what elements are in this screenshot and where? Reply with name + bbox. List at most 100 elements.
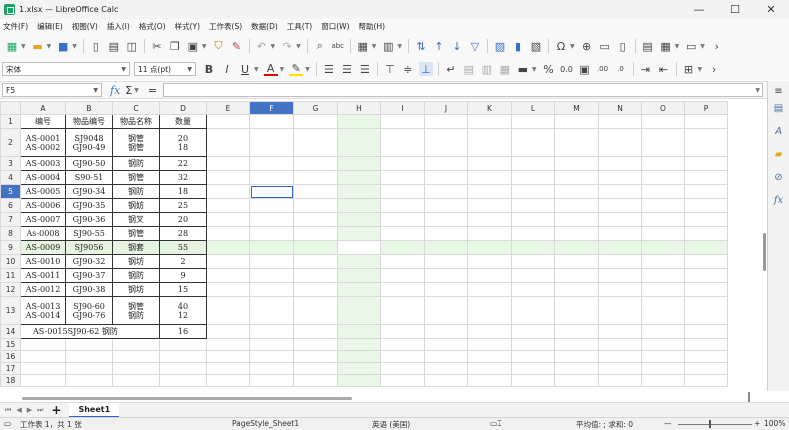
special-character-dropdown-icon[interactable]: ▼	[570, 43, 575, 50]
cell-m11[interactable]	[554, 268, 599, 283]
cell-j8[interactable]	[424, 226, 468, 241]
cell-i6[interactable]	[380, 198, 425, 213]
cell-a6[interactable]: AS-0006	[20, 198, 66, 213]
new-dropdown-icon[interactable]: ▼	[21, 43, 26, 50]
menu-format[interactable]: 格式(O)	[139, 21, 166, 32]
cell-f3[interactable]	[249, 156, 294, 171]
properties-icon[interactable]: ▤	[772, 101, 786, 115]
cell-b15[interactable]	[65, 338, 113, 351]
cell-h7[interactable]	[337, 212, 381, 227]
cell-i7[interactable]	[380, 212, 425, 227]
row-icon[interactable]: ▦	[356, 39, 370, 53]
cell-b18[interactable]	[65, 374, 113, 387]
cell-h4[interactable]	[337, 170, 381, 185]
cell-f17[interactable]	[249, 362, 294, 375]
redo-icon[interactable]: ↷	[280, 39, 294, 53]
pivot-table-icon[interactable]: ▧	[529, 39, 543, 53]
cell-k13[interactable]	[467, 296, 512, 325]
cell-g3[interactable]	[293, 156, 338, 171]
font-color-dropdown-icon[interactable]: ▼	[280, 66, 285, 73]
cell-d15[interactable]	[159, 338, 207, 351]
cell-i5[interactable]	[380, 184, 425, 199]
cell-g1[interactable]	[293, 114, 338, 129]
cell-g12[interactable]	[293, 282, 338, 297]
page-style[interactable]: PageStyle_Sheet1	[232, 419, 299, 428]
cell-f2[interactable]	[249, 128, 294, 157]
cell-e6[interactable]	[206, 198, 250, 213]
row-header-5[interactable]: 5	[0, 184, 21, 199]
cell-j10[interactable]	[424, 254, 468, 269]
cell-a2[interactable]: AS-0001 AS-0002	[20, 128, 66, 157]
menu-sheet[interactable]: 工作表(S)	[209, 21, 242, 32]
merged-cell-a14[interactable]: AS-0015SJ90-62 钢防	[20, 324, 160, 339]
cell-m9[interactable]	[554, 240, 599, 255]
delete-decimal-icon[interactable]: .0	[614, 62, 628, 76]
cell-o1[interactable]	[641, 114, 685, 129]
cell-i18[interactable]	[380, 374, 425, 387]
cell-g11[interactable]	[293, 268, 338, 283]
cell-f10[interactable]	[249, 254, 294, 269]
menu-view[interactable]: 视图(V)	[72, 21, 98, 32]
cell-b7[interactable]: GJ90-36	[65, 212, 113, 227]
cell-e9[interactable]	[206, 240, 250, 255]
cell-l18[interactable]	[511, 374, 555, 387]
cell-n12[interactable]	[598, 282, 642, 297]
row-header-1[interactable]: 1	[0, 114, 21, 129]
cell-o8[interactable]	[641, 226, 685, 241]
highlight-color-icon[interactable]: ✎	[289, 62, 304, 76]
cell-n17[interactable]	[598, 362, 642, 375]
cell-b1[interactable]: 物品编号	[65, 114, 113, 129]
row-header-18[interactable]: 18	[0, 374, 21, 387]
cell-e12[interactable]	[206, 282, 250, 297]
cell-d18[interactable]	[159, 374, 207, 387]
cell-o2[interactable]	[641, 128, 685, 157]
date-format-icon[interactable]: ▣	[578, 62, 592, 76]
decrease-indent-icon[interactable]: ⇤	[657, 62, 671, 76]
save-dropdown-icon[interactable]: ▼	[72, 43, 77, 50]
unmerge-cells-icon[interactable]: ▦	[498, 62, 512, 76]
cell-e5[interactable]	[206, 184, 250, 199]
cell-m2[interactable]	[554, 128, 599, 157]
cell-a10[interactable]: AS-0010	[20, 254, 66, 269]
cell-g14[interactable]	[293, 324, 338, 339]
gallery-icon[interactable]: ▰	[772, 147, 786, 161]
cell-k4[interactable]	[467, 170, 512, 185]
cell-k1[interactable]	[467, 114, 512, 129]
cell-p5[interactable]	[684, 184, 728, 199]
column-header-o[interactable]: O	[641, 101, 685, 115]
cell-k6[interactable]	[467, 198, 512, 213]
horizontal-scroll-thumb[interactable]	[22, 397, 352, 400]
column-header-c[interactable]: C	[112, 101, 160, 115]
cell-l15[interactable]	[511, 338, 555, 351]
sort-icon[interactable]: ⇅	[414, 39, 428, 53]
column-header-m[interactable]: M	[554, 101, 599, 115]
cell-p6[interactable]	[684, 198, 728, 213]
cell-h3[interactable]	[337, 156, 381, 171]
menu-data[interactable]: 数据(D)	[251, 21, 278, 32]
row-header-16[interactable]: 16	[0, 350, 21, 363]
cell-h6[interactable]	[337, 198, 381, 213]
cell-m4[interactable]	[554, 170, 599, 185]
sum-dropdown-icon[interactable]: ▼	[134, 87, 139, 94]
cell-d16[interactable]	[159, 350, 207, 363]
cell-l6[interactable]	[511, 198, 555, 213]
cell-n1[interactable]	[598, 114, 642, 129]
cell-k2[interactable]	[467, 128, 512, 157]
cell-d8[interactable]: 28	[159, 226, 207, 241]
cell-f9[interactable]	[249, 240, 294, 255]
cell-m17[interactable]	[554, 362, 599, 375]
cell-o11[interactable]	[641, 268, 685, 283]
row-header-10[interactable]: 10	[0, 254, 21, 269]
cell-p12[interactable]	[684, 282, 728, 297]
cell-j12[interactable]	[424, 282, 468, 297]
cell-l16[interactable]	[511, 350, 555, 363]
cell-c4[interactable]: 钢管	[112, 170, 160, 185]
row-header-3[interactable]: 3	[0, 156, 21, 171]
zoom-out-button[interactable]: —	[664, 419, 672, 428]
cell-g8[interactable]	[293, 226, 338, 241]
toolbar-overflow-icon[interactable]: ›	[707, 62, 721, 76]
function-wizard-icon[interactable]: fx	[110, 84, 120, 97]
cell-c12[interactable]: 钢坊	[112, 282, 160, 297]
cell-j18[interactable]	[424, 374, 468, 387]
cell-g2[interactable]	[293, 128, 338, 157]
